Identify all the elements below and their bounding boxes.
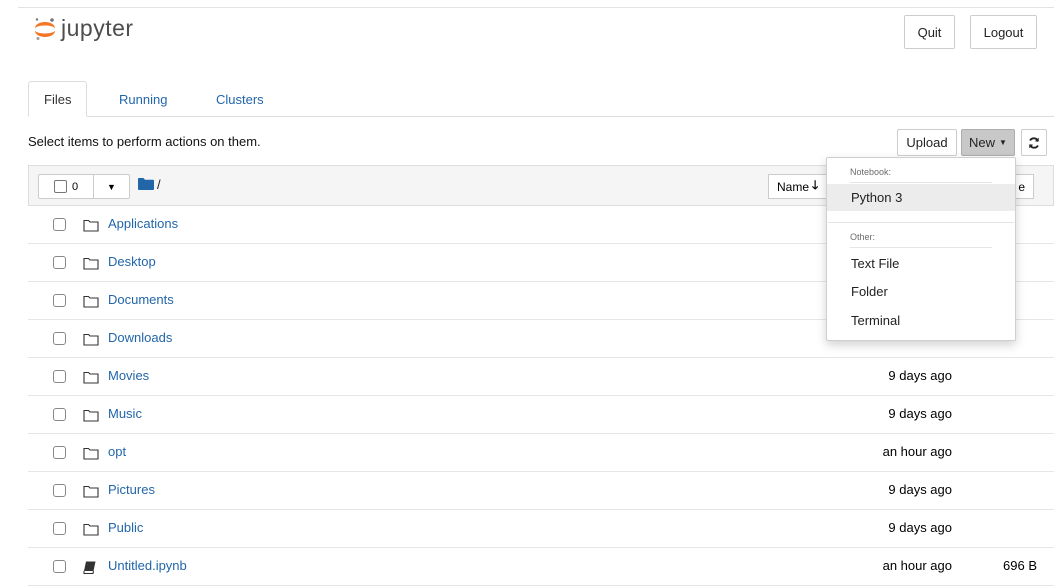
new-dropdown-menu: Notebook: Python 3 Other: Text File Fold… — [826, 157, 1016, 341]
tab-clusters[interactable]: Clusters — [201, 81, 279, 117]
menu-divider — [850, 182, 992, 183]
folder-icon — [83, 522, 100, 536]
refresh-icon — [1029, 136, 1039, 149]
row-checkbox[interactable] — [53, 256, 66, 269]
top-divider — [18, 7, 1054, 8]
row-checkbox[interactable] — [53, 294, 66, 307]
file-link[interactable]: Documents — [108, 292, 174, 307]
modified-time: an hour ago — [882, 558, 952, 573]
menu-section-heading: Notebook: — [850, 167, 892, 177]
folder-icon — [83, 332, 100, 346]
menu-item-folder[interactable]: Folder — [827, 278, 1015, 305]
menu-divider — [850, 247, 992, 248]
menu-item-terminal[interactable]: Terminal — [827, 307, 1015, 334]
jupyter-logo-icon — [35, 18, 55, 40]
tab-bar: Files Running Clusters — [28, 81, 1054, 117]
row-checkbox[interactable] — [53, 332, 66, 345]
sort-size-label: e — [1018, 179, 1025, 194]
upload-button[interactable]: Upload — [897, 129, 957, 156]
caret-down-icon: ▼ — [107, 181, 116, 192]
list-item[interactable]: opt an hour ago — [28, 434, 1054, 472]
modified-time: 9 days ago — [888, 368, 952, 383]
file-link[interactable]: Downloads — [108, 330, 172, 345]
folder-icon — [83, 294, 100, 308]
folder-icon — [83, 370, 100, 384]
selection-hint: Select items to perform actions on them. — [28, 134, 261, 149]
refresh-button[interactable] — [1021, 129, 1047, 156]
folder-icon[interactable] — [138, 178, 154, 193]
jupyter-logo[interactable]: jupyter — [32, 14, 134, 42]
file-link[interactable]: Pictures — [108, 482, 155, 497]
breadcrumb-path[interactable]: / — [157, 177, 161, 192]
list-item[interactable]: Pictures 9 days ago — [28, 472, 1054, 510]
folder-icon — [83, 408, 100, 422]
tab-files[interactable]: Files — [28, 81, 88, 117]
select-all-toggle[interactable]: 0 — [39, 175, 94, 198]
file-link[interactable]: Desktop — [108, 254, 156, 269]
new-dropdown-button[interactable]: New ▼ — [961, 129, 1015, 156]
app-name: jupyter — [61, 14, 134, 41]
file-size: 696 B — [1003, 558, 1037, 573]
tab-running[interactable]: Running — [104, 81, 182, 117]
file-link[interactable]: Applications — [108, 216, 178, 231]
file-link[interactable]: Public — [108, 520, 143, 535]
select-all-group[interactable]: 0 ▼ — [38, 174, 130, 199]
notebook-icon — [83, 560, 100, 574]
menu-item-text-file[interactable]: Text File — [827, 250, 1015, 277]
file-link[interactable]: Untitled.ipynb — [108, 558, 187, 573]
selected-count: 0 — [71, 180, 79, 193]
sort-name-label: Name — [777, 179, 810, 194]
list-item[interactable]: Movies 9 days ago — [28, 358, 1054, 396]
list-item[interactable]: Music 9 days ago — [28, 396, 1054, 434]
row-checkbox[interactable] — [53, 446, 66, 459]
quit-button[interactable]: Quit — [904, 15, 955, 49]
logout-button[interactable]: Logout — [970, 15, 1037, 49]
modified-time: 9 days ago — [888, 482, 952, 497]
row-checkbox[interactable] — [53, 370, 66, 383]
list-item[interactable]: Public 9 days ago — [28, 510, 1054, 548]
folder-icon — [83, 484, 100, 498]
row-checkbox[interactable] — [53, 408, 66, 421]
new-button-label: New — [969, 135, 996, 150]
row-checkbox[interactable] — [53, 484, 66, 497]
arrow-down-icon: 🡓 — [812, 178, 819, 192]
file-link[interactable]: Movies — [108, 368, 149, 383]
menu-section-heading: Other: — [850, 232, 876, 242]
menu-divider — [828, 222, 1014, 223]
modified-time: 9 days ago — [888, 520, 952, 535]
row-checkbox[interactable] — [53, 560, 66, 573]
modified-time: an hour ago — [882, 444, 952, 459]
list-item[interactable]: Untitled.ipynb an hour ago 696 B — [28, 548, 1054, 586]
row-checkbox[interactable] — [53, 218, 66, 231]
folder-icon — [83, 256, 100, 270]
row-checkbox[interactable] — [53, 522, 66, 535]
caret-down-icon: ▼ — [999, 138, 1007, 147]
menu-item-python-3[interactable]: Python 3 — [827, 184, 1015, 211]
folder-icon — [83, 446, 100, 460]
file-link[interactable]: opt — [108, 444, 126, 459]
folder-icon — [83, 218, 100, 232]
select-all-checkbox[interactable] — [53, 180, 67, 193]
select-menu-caret[interactable]: ▼ — [94, 175, 129, 198]
file-link[interactable]: Music — [108, 406, 142, 421]
modified-time: 9 days ago — [888, 406, 952, 421]
